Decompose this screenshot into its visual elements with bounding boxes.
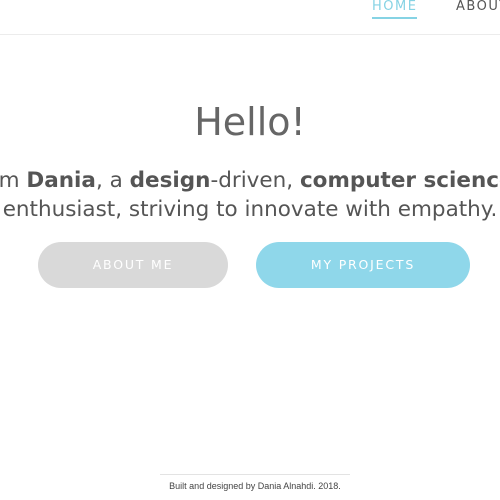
about-me-button[interactable]: ABOUT ME [38,242,228,288]
intro-text: I'm Dania, a design-driven, computer sci… [0,166,500,224]
intro-line-2: enthusiast, striving to innovate with em… [2,197,498,222]
nav-about-link[interactable]: ABOUT [456,0,500,14]
intro-design-word: design [129,168,211,193]
page: HOME ABOUT Hello! I'm Dania, a design-dr… [0,0,500,500]
intro-text-segment: , a [95,168,130,193]
intro-line-1: I'm Dania, a design-driven, computer sci… [0,166,500,195]
intro-cs-words: computer science [299,168,500,193]
footer-credit: Built and designed by Dania Alnahdi. 201… [160,474,350,491]
top-nav: HOME ABOUT [0,0,500,35]
intro-text-segment: I'm [0,168,20,193]
nav-home-link[interactable]: HOME [372,0,418,19]
intro-text-segment: -driven, [210,168,300,193]
intro-name: Dania [26,168,96,193]
page-title: Hello! [194,100,306,144]
my-projects-button[interactable]: MY PROJECTS [256,242,470,288]
